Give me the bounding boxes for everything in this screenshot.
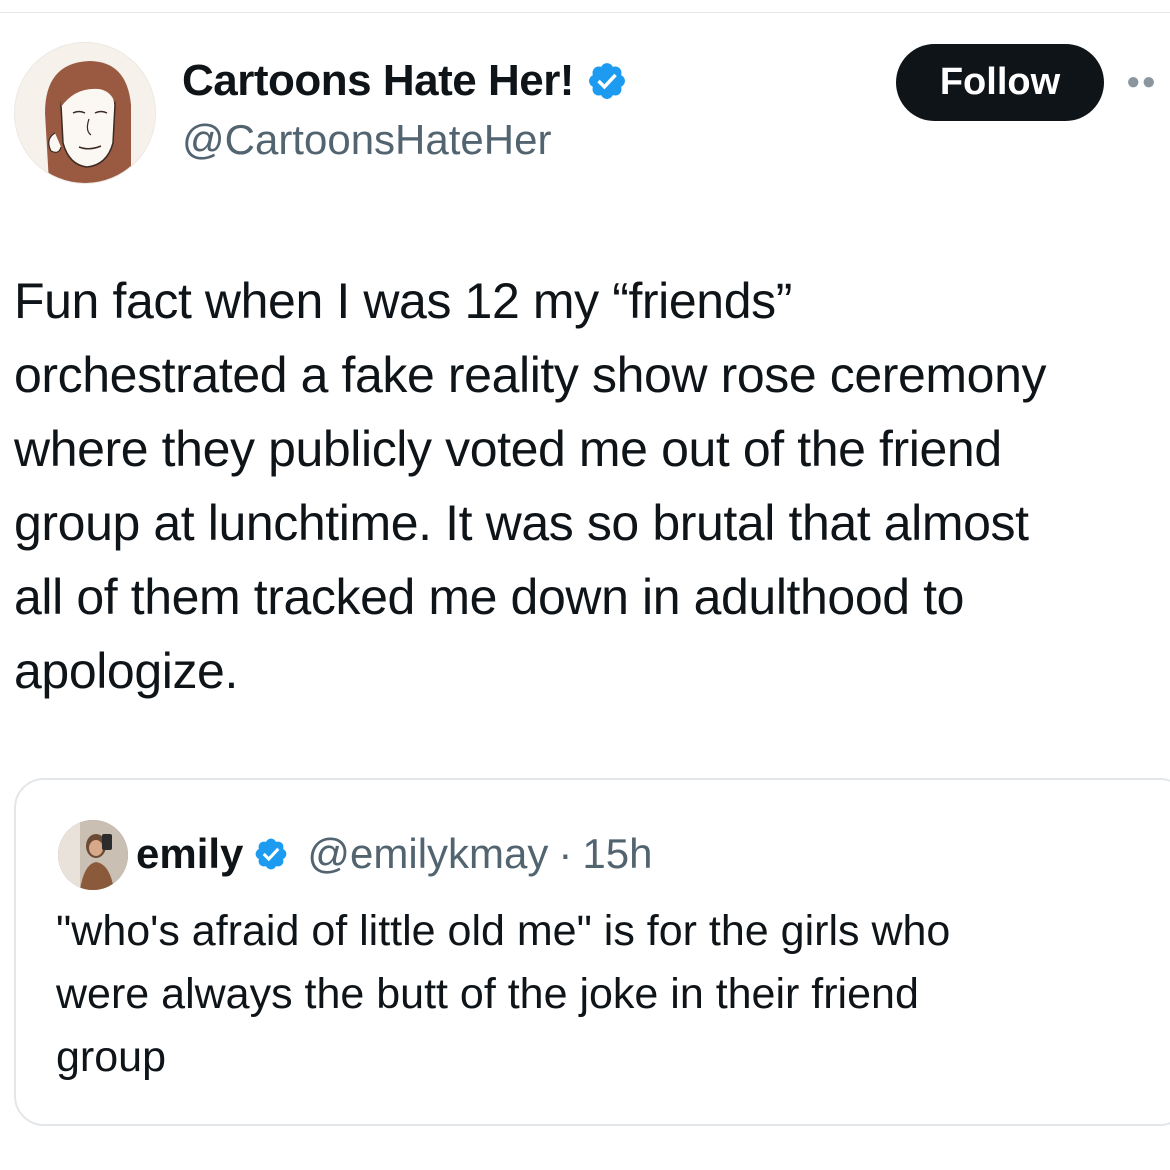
quoted-separator: · — [558, 830, 573, 877]
quoted-handle[interactable]: @emilykmay — [307, 830, 548, 878]
author-name-text: Cartoons Hate Her! — [182, 56, 574, 105]
tweet-line: where they publicly voted me out of the … — [14, 421, 1002, 477]
quoted-body: "who's afraid of little old me" is for t… — [56, 900, 1156, 1089]
tweet-line: Fun fact when I was 12 my “friends” — [14, 273, 792, 329]
verified-badge-icon — [256, 838, 287, 870]
cartoon-woman-avatar-icon — [15, 43, 155, 183]
quoted-display-name[interactable]: emily — [136, 830, 243, 878]
tweet-line: apologize. — [14, 643, 238, 699]
author-display-name[interactable]: Cartoons Hate Her! — [182, 56, 628, 106]
tweet-line: group at lunchtime. It was so brutal tha… — [14, 495, 1029, 551]
more-dots-icon[interactable]: ●● — [1126, 68, 1166, 96]
quoted-timestamp[interactable]: 15h — [582, 830, 652, 878]
quoted-line: were always the butt of the joke in thei… — [56, 970, 919, 1018]
tweet-body: Fun fact when I was 12 my “friends” orch… — [14, 264, 1164, 708]
quoted-avatar[interactable] — [58, 820, 128, 890]
quoted-line: group — [56, 1033, 166, 1081]
photo-avatar-icon — [58, 820, 128, 890]
quoted-tweet-card[interactable]: emily @emilykmay · 15h "who's afraid of … — [14, 778, 1170, 1126]
tweet-line: all of them tracked me down in adulthood… — [14, 569, 965, 625]
tweet-line: orchestrated a fake reality show rose ce… — [14, 347, 1047, 403]
author-avatar[interactable] — [14, 42, 156, 184]
quoted-line: "who's afraid of little old me" is for t… — [56, 907, 951, 955]
quoted-header: emily @emilykmay · 15h — [136, 830, 652, 878]
divider — [0, 12, 1170, 13]
tweet-screenshot: Cartoons Hate Her! @CartoonsHateHer Foll… — [0, 0, 1170, 1170]
verified-badge-icon — [589, 63, 625, 99]
follow-button[interactable]: Follow — [896, 44, 1104, 121]
author-handle[interactable]: @CartoonsHateHer — [182, 116, 551, 164]
